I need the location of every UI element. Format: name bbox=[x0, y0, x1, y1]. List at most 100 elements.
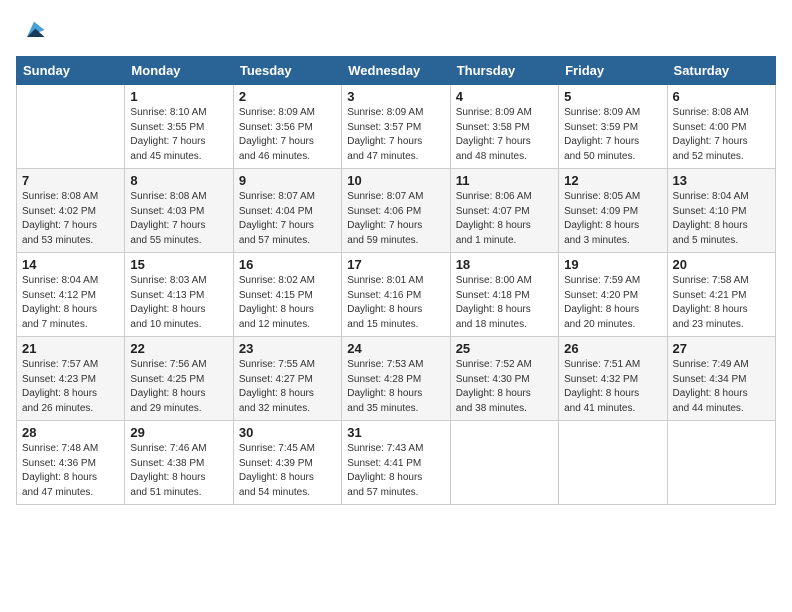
day-info: Sunrise: 7:45 AM Sunset: 4:39 PM Dayligh… bbox=[239, 442, 336, 500]
day-number: 30 bbox=[239, 425, 336, 440]
day-info: Sunrise: 8:01 AM Sunset: 4:16 PM Dayligh… bbox=[347, 274, 444, 332]
calendar-cell: 27Sunrise: 7:49 AM Sunset: 4:34 PM Dayli… bbox=[667, 337, 775, 421]
day-info: Sunrise: 7:55 AM Sunset: 4:27 PM Dayligh… bbox=[239, 358, 336, 416]
day-info: Sunrise: 7:48 AM Sunset: 4:36 PM Dayligh… bbox=[22, 442, 119, 500]
day-number: 11 bbox=[456, 173, 553, 188]
calendar-cell: 14 Sunrise: 8:04 AM Sunset: 4:12 PM Dayli… bbox=[17, 253, 125, 337]
calendar-cell: 2 Sunrise: 8:09 AM Sunset: 3:56 PM Daylig… bbox=[233, 85, 341, 169]
day-info: Sunrise: 8:03 AM Sunset: 4:13 PM Dayligh… bbox=[130, 274, 227, 332]
day-info: Sunrise: 7:46 AM Sunset: 4:38 PM Dayligh… bbox=[130, 442, 227, 500]
header-saturday: Saturday bbox=[667, 57, 775, 85]
calendar-cell: 21Sunrise: 7:57 AM Sunset: 4:23 PM Dayli… bbox=[17, 337, 125, 421]
day-info: Sunrise: 8:08 AM Sunset: 4:00 PM Dayligh… bbox=[673, 106, 770, 164]
day-number: 7 bbox=[22, 173, 119, 188]
day-number: 26 bbox=[564, 341, 661, 356]
header-tuesday: Tuesday bbox=[233, 57, 341, 85]
day-info: Sunrise: 7:57 AM Sunset: 4:23 PM Dayligh… bbox=[22, 358, 119, 416]
calendar-week-row: 7 Sunrise: 8:08 AM Sunset: 4:02 PM Daylig… bbox=[17, 169, 776, 253]
day-info: Sunrise: 8:10 AM Sunset: 3:55 PM Dayligh… bbox=[130, 106, 227, 164]
day-number: 23 bbox=[239, 341, 336, 356]
calendar-cell bbox=[667, 421, 775, 505]
day-number: 1 bbox=[130, 89, 227, 104]
calendar-header-row: SundayMondayTuesdayWednesdayThursdayFrid… bbox=[17, 57, 776, 85]
day-number: 8 bbox=[130, 173, 227, 188]
calendar-cell: 20 Sunrise: 7:58 AM Sunset: 4:21 PM Dayli… bbox=[667, 253, 775, 337]
calendar-cell: 23 Sunrise: 7:55 AM Sunset: 4:27 PM Dayli… bbox=[233, 337, 341, 421]
day-number: 12 bbox=[564, 173, 661, 188]
day-number: 31 bbox=[347, 425, 444, 440]
page-header bbox=[16, 16, 776, 44]
calendar-cell: 30 Sunrise: 7:45 AM Sunset: 4:39 PM Dayli… bbox=[233, 421, 341, 505]
day-number: 25 bbox=[456, 341, 553, 356]
day-info: Sunrise: 8:08 AM Sunset: 4:02 PM Dayligh… bbox=[22, 190, 119, 248]
calendar-cell: 3 Sunrise: 8:09 AM Sunset: 3:57 PM Daylig… bbox=[342, 85, 450, 169]
calendar-cell: 18Sunrise: 8:00 AM Sunset: 4:18 PM Dayli… bbox=[450, 253, 558, 337]
calendar-week-row: 1 Sunrise: 8:10 AM Sunset: 3:55 PM Daylig… bbox=[17, 85, 776, 169]
day-info: Sunrise: 8:06 AM Sunset: 4:07 PM Dayligh… bbox=[456, 190, 553, 248]
day-number: 4 bbox=[456, 89, 553, 104]
logo bbox=[16, 16, 48, 44]
day-info: Sunrise: 8:09 AM Sunset: 3:57 PM Dayligh… bbox=[347, 106, 444, 164]
day-info: Sunrise: 7:52 AM Sunset: 4:30 PM Dayligh… bbox=[456, 358, 553, 416]
day-info: Sunrise: 7:51 AM Sunset: 4:32 PM Dayligh… bbox=[564, 358, 661, 416]
calendar-cell: 16 Sunrise: 8:02 AM Sunset: 4:15 PM Dayli… bbox=[233, 253, 341, 337]
calendar-cell: 10 Sunrise: 8:07 AM Sunset: 4:06 PM Dayli… bbox=[342, 169, 450, 253]
day-info: Sunrise: 7:49 AM Sunset: 4:34 PM Dayligh… bbox=[673, 358, 770, 416]
calendar-week-row: 28 Sunrise: 7:48 AM Sunset: 4:36 PM Dayli… bbox=[17, 421, 776, 505]
calendar-cell: 31Sunrise: 7:43 AM Sunset: 4:41 PM Dayli… bbox=[342, 421, 450, 505]
calendar-cell bbox=[450, 421, 558, 505]
day-number: 9 bbox=[239, 173, 336, 188]
calendar-cell: 4 Sunrise: 8:09 AM Sunset: 3:58 PM Daylig… bbox=[450, 85, 558, 169]
day-number: 22 bbox=[130, 341, 227, 356]
calendar-cell bbox=[17, 85, 125, 169]
day-info: Sunrise: 8:00 AM Sunset: 4:18 PM Dayligh… bbox=[456, 274, 553, 332]
day-number: 20 bbox=[673, 257, 770, 272]
calendar-cell: 19 Sunrise: 7:59 AM Sunset: 4:20 PM Dayli… bbox=[559, 253, 667, 337]
calendar-cell: 29 Sunrise: 7:46 AM Sunset: 4:38 PM Dayli… bbox=[125, 421, 233, 505]
day-info: Sunrise: 7:56 AM Sunset: 4:25 PM Dayligh… bbox=[130, 358, 227, 416]
day-number: 16 bbox=[239, 257, 336, 272]
day-number: 28 bbox=[22, 425, 119, 440]
calendar-week-row: 21Sunrise: 7:57 AM Sunset: 4:23 PM Dayli… bbox=[17, 337, 776, 421]
day-info: Sunrise: 7:59 AM Sunset: 4:20 PM Dayligh… bbox=[564, 274, 661, 332]
header-thursday: Thursday bbox=[450, 57, 558, 85]
header-monday: Monday bbox=[125, 57, 233, 85]
calendar-cell: 17 Sunrise: 8:01 AM Sunset: 4:16 PM Dayli… bbox=[342, 253, 450, 337]
day-info: Sunrise: 7:58 AM Sunset: 4:21 PM Dayligh… bbox=[673, 274, 770, 332]
calendar-table: SundayMondayTuesdayWednesdayThursdayFrid… bbox=[16, 56, 776, 505]
calendar-cell: 6Sunrise: 8:08 AM Sunset: 4:00 PM Daylig… bbox=[667, 85, 775, 169]
calendar-cell: 22 Sunrise: 7:56 AM Sunset: 4:25 PM Dayli… bbox=[125, 337, 233, 421]
day-number: 24 bbox=[347, 341, 444, 356]
day-number: 19 bbox=[564, 257, 661, 272]
day-info: Sunrise: 8:04 AM Sunset: 4:12 PM Dayligh… bbox=[22, 274, 119, 332]
calendar-cell: 9Sunrise: 8:07 AM Sunset: 4:04 PM Daylig… bbox=[233, 169, 341, 253]
day-info: Sunrise: 8:09 AM Sunset: 3:56 PM Dayligh… bbox=[239, 106, 336, 164]
day-number: 15 bbox=[130, 257, 227, 272]
day-number: 14 bbox=[22, 257, 119, 272]
day-number: 2 bbox=[239, 89, 336, 104]
calendar-cell: 13 Sunrise: 8:04 AM Sunset: 4:10 PM Dayli… bbox=[667, 169, 775, 253]
calendar-cell: 11 Sunrise: 8:06 AM Sunset: 4:07 PM Dayli… bbox=[450, 169, 558, 253]
day-info: Sunrise: 8:04 AM Sunset: 4:10 PM Dayligh… bbox=[673, 190, 770, 248]
day-number: 13 bbox=[673, 173, 770, 188]
logo-icon bbox=[20, 16, 48, 44]
day-info: Sunrise: 8:02 AM Sunset: 4:15 PM Dayligh… bbox=[239, 274, 336, 332]
header-sunday: Sunday bbox=[17, 57, 125, 85]
calendar-cell: 28 Sunrise: 7:48 AM Sunset: 4:36 PM Dayli… bbox=[17, 421, 125, 505]
day-number: 3 bbox=[347, 89, 444, 104]
calendar-cell: 12Sunrise: 8:05 AM Sunset: 4:09 PM Dayli… bbox=[559, 169, 667, 253]
calendar-cell: 15 Sunrise: 8:03 AM Sunset: 4:13 PM Dayli… bbox=[125, 253, 233, 337]
day-number: 29 bbox=[130, 425, 227, 440]
calendar-cell: 5Sunrise: 8:09 AM Sunset: 3:59 PM Daylig… bbox=[559, 85, 667, 169]
day-info: Sunrise: 8:07 AM Sunset: 4:06 PM Dayligh… bbox=[347, 190, 444, 248]
header-friday: Friday bbox=[559, 57, 667, 85]
calendar-cell: 25 Sunrise: 7:52 AM Sunset: 4:30 PM Dayli… bbox=[450, 337, 558, 421]
calendar-cell: 8 Sunrise: 8:08 AM Sunset: 4:03 PM Daylig… bbox=[125, 169, 233, 253]
calendar-week-row: 14 Sunrise: 8:04 AM Sunset: 4:12 PM Dayli… bbox=[17, 253, 776, 337]
header-wednesday: Wednesday bbox=[342, 57, 450, 85]
day-number: 17 bbox=[347, 257, 444, 272]
day-info: Sunrise: 8:09 AM Sunset: 3:58 PM Dayligh… bbox=[456, 106, 553, 164]
day-number: 10 bbox=[347, 173, 444, 188]
day-info: Sunrise: 8:08 AM Sunset: 4:03 PM Dayligh… bbox=[130, 190, 227, 248]
calendar-cell: 7 Sunrise: 8:08 AM Sunset: 4:02 PM Daylig… bbox=[17, 169, 125, 253]
